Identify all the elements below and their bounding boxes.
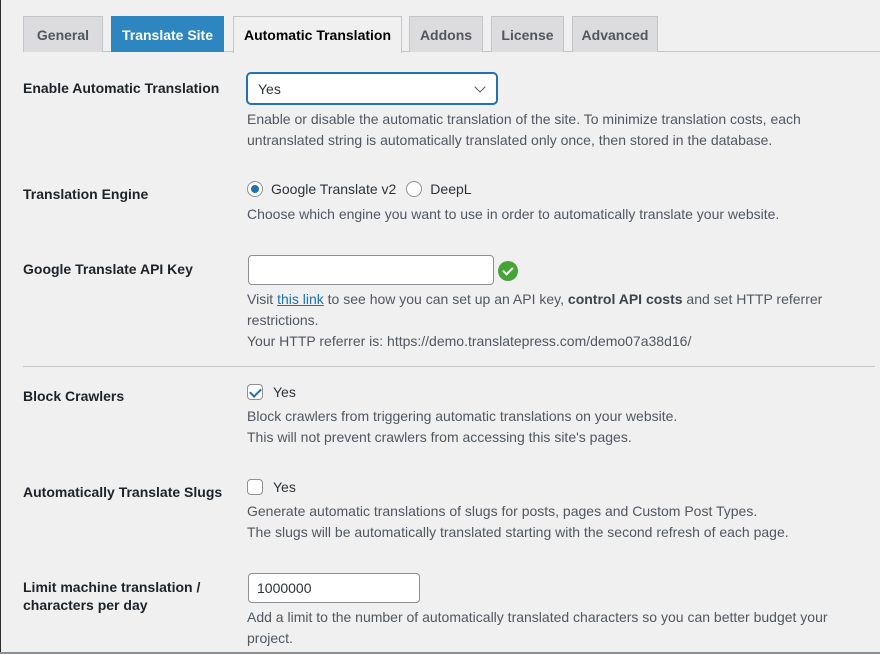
tab-label: License [501, 26, 554, 43]
block-crawlers-label: Block Crawlers [23, 388, 125, 404]
description-line: untranslated string is automatically tra… [247, 132, 773, 148]
translate-slugs-option: Yes [247, 479, 296, 495]
block-crawlers-description: Block crawlers from triggering automatic… [247, 406, 677, 448]
tab-label: Translate Site [121, 26, 214, 43]
radio-deepl[interactable] [406, 181, 423, 197]
radio-label-google: Google Translate v2 [271, 181, 397, 197]
checkbox-label: Yes [273, 479, 296, 495]
api-key-label: Google Translate API Key [23, 261, 193, 277]
label-line: characters per day [23, 597, 148, 613]
section-divider [23, 366, 875, 367]
engine-label: Translation Engine [23, 186, 149, 202]
description-line: Enable or disable the automatic translat… [247, 111, 801, 127]
description-line: Visit this link to see how you can set u… [247, 289, 822, 310]
settings-tabs: General Translate Site Automatic Transla… [23, 0, 880, 53]
description-line: project. [247, 630, 293, 646]
tab-label: Automatic Translation [243, 27, 392, 43]
tab-label: Advanced [581, 26, 649, 43]
translate-slugs-checkbox[interactable] [247, 479, 263, 495]
description-line: restrictions. [247, 312, 319, 328]
tab-automatic-translation[interactable]: Automatic Translation [233, 16, 402, 53]
tab-license[interactable]: License [491, 16, 564, 52]
desc-text: to see how you can set up an API key, [323, 291, 568, 307]
enable-auto-label: Enable Automatic Translation [23, 80, 220, 96]
tab-translate-site[interactable]: Translate Site [111, 16, 224, 52]
tab-advanced[interactable]: Advanced [572, 16, 658, 52]
desc-text: Visit [247, 291, 278, 307]
tab-general[interactable]: General [23, 16, 103, 52]
enable-auto-value: Yes [258, 80, 281, 97]
enable-auto-select[interactable]: Yes [247, 73, 497, 104]
engine-radio-group: Google Translate v2 DeepL [247, 181, 482, 197]
tab-addons[interactable]: Addons [409, 16, 483, 52]
api-key-description: Visit this link to see how you can set u… [247, 289, 822, 352]
limit-chars-input[interactable]: 1000000 [248, 573, 420, 603]
radio-google-translate[interactable] [247, 181, 263, 197]
tab-label: Addons [419, 26, 473, 43]
http-referrer-text: Your HTTP referrer is: https://demo.tran… [247, 333, 692, 349]
description-line: Add a limit to the number of automatical… [247, 609, 828, 625]
radio-label-deepl: DeepL [430, 181, 472, 197]
block-crawlers-option: Yes [247, 384, 296, 400]
translate-slugs-label: Automatically Translate Slugs [23, 484, 223, 500]
engine-description: Choose which engine you want to use in o… [247, 206, 780, 222]
limit-description: Add a limit to the number of automatical… [247, 607, 828, 649]
api-key-input[interactable] [248, 255, 494, 285]
description-line: Generate automatic translations of slugs… [247, 503, 758, 519]
tab-label: General [36, 26, 90, 43]
enable-auto-description: Enable or disable the automatic translat… [247, 109, 801, 151]
label-line: Limit machine translation / [23, 579, 201, 595]
limit-label: Limit machine translation / characters p… [23, 578, 200, 614]
description-line: This will not prevent crawlers from acce… [247, 429, 632, 445]
translate-slugs-description: Generate automatic translations of slugs… [247, 501, 789, 543]
window-left-border [0, 0, 1, 654]
valid-check-icon [498, 261, 518, 281]
checkbox-label: Yes [273, 384, 296, 400]
desc-text: and set HTTP referrer [682, 291, 823, 307]
desc-bold-text: control API costs [567, 291, 683, 307]
api-key-help-link[interactable]: this link [277, 291, 324, 307]
block-crawlers-checkbox[interactable] [247, 384, 263, 400]
chevron-down-icon [474, 80, 486, 93]
description-line: The slugs will be automatically translat… [247, 524, 789, 540]
description-line: Block crawlers from triggering automatic… [247, 408, 678, 424]
